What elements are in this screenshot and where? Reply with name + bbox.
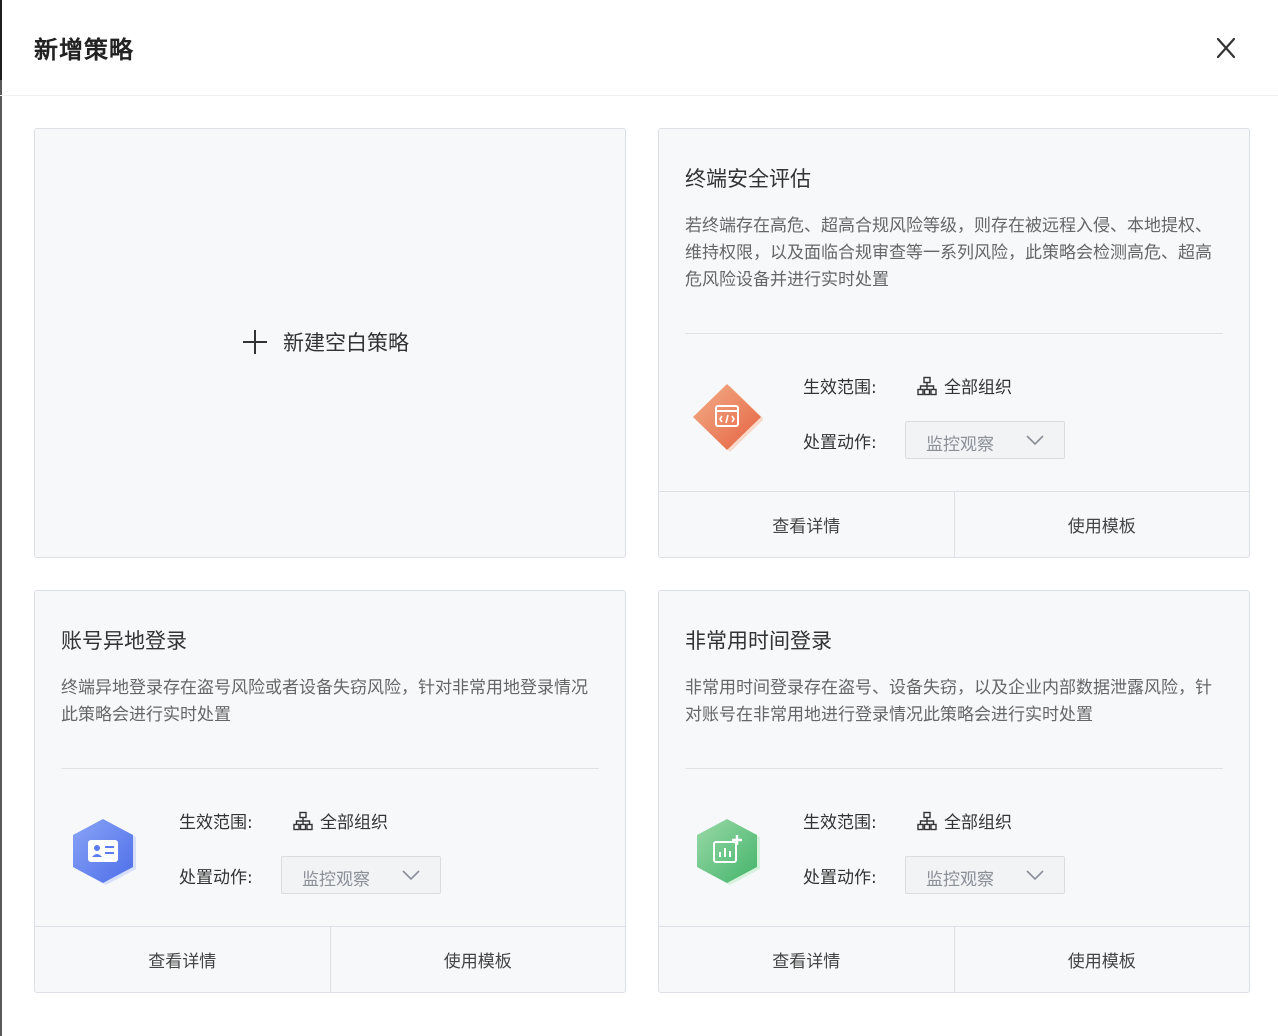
scope-value[interactable]: 全部组织 [293,808,388,833]
close-icon[interactable] [1210,32,1242,64]
action-select[interactable]: 监控观察 [281,856,441,894]
scope-value[interactable]: 全部组织 [917,373,1012,398]
scope-label: 生效范围: [803,813,877,833]
dialog-title: 新增策略 [34,36,134,64]
card-actions: 查看详情 使用模板 [35,926,625,992]
action-select-value: 监控观察 [926,435,994,455]
chart-add-hex-icon [697,819,760,885]
code-window-hex-icon [693,384,763,452]
new-blank-strategy-card[interactable]: 新建空白策略 [34,128,626,558]
scope-value[interactable]: 全部组织 [917,808,1012,833]
action-select-value: 监控观察 [926,870,994,890]
use-template-button[interactable]: 使用模板 [953,927,1250,992]
dialog-header: 新增策略 [0,0,1278,96]
card-description: 若终端存在高危、超高合规风险等级，则存在被远程入侵、本地提权、维持权限，以及面临… [685,216,1212,290]
template-card-endpoint-assessment: 终端安全评估 若终端存在高危、超高合规风险等级，则存在被远程入侵、本地提权、维持… [658,128,1250,558]
template-card-remote-login: 账号异地登录 终端异地登录存在盗号风险或者设备失窃风险，针对非常用地登录情况此策… [34,590,626,993]
scope-label: 生效范围: [179,813,253,833]
window-edge [0,0,2,1036]
view-details-button[interactable]: 查看详情 [659,492,954,557]
divider [685,333,1223,334]
action-select[interactable]: 监控观察 [905,856,1065,894]
plus-icon [243,330,267,354]
action-label: 处置动作: [803,433,877,453]
new-blank-strategy-label: 新建空白策略 [283,331,409,355]
org-tree-icon [917,811,937,830]
org-tree-icon [293,811,313,830]
card-title: 非常用时间登录 [685,629,832,653]
action-select[interactable]: 监控观察 [905,421,1065,459]
id-card-hex-icon [73,819,136,885]
card-description: 非常用时间登录存在盗号、设备失窃，以及企业内部数据泄露风险，针对账号在非常用地进… [685,678,1212,725]
view-details-button[interactable]: 查看详情 [659,927,954,992]
action-label: 处置动作: [179,868,253,888]
card-title: 账号异地登录 [61,629,187,653]
card-actions: 查看详情 使用模板 [659,926,1249,992]
chevron-down-icon [1026,435,1044,446]
new-blank-strategy-button[interactable]: 新建空白策略 [241,327,409,357]
view-details-button[interactable]: 查看详情 [35,927,330,992]
scope-text: 全部组织 [320,813,388,833]
action-label: 处置动作: [803,868,877,888]
chevron-down-icon [1026,870,1044,881]
use-template-button[interactable]: 使用模板 [953,492,1250,557]
card-actions: 查看详情 使用模板 [659,491,1249,557]
scope-label: 生效范围: [803,378,877,398]
scope-text: 全部组织 [944,378,1012,398]
action-select-value: 监控观察 [302,870,370,890]
org-tree-icon [917,376,937,395]
chevron-down-icon [402,870,420,881]
divider [61,768,599,769]
use-template-button[interactable]: 使用模板 [329,927,626,992]
card-description: 终端异地登录存在盗号风险或者设备失窃风险，针对非常用地登录情况此策略会进行实时处… [61,678,588,725]
template-card-unusual-time-login: 非常用时间登录 非常用时间登录存在盗号、设备失窃，以及企业内部数据泄露风险，针对… [658,590,1250,993]
scope-text: 全部组织 [944,813,1012,833]
divider [685,768,1223,769]
card-title: 终端安全评估 [685,167,811,191]
